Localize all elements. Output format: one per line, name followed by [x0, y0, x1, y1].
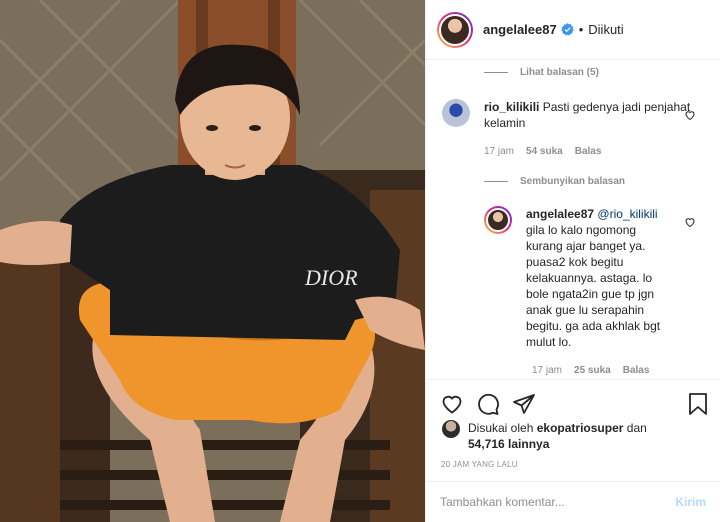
reply-reply-button[interactable]: Balas: [623, 365, 650, 376]
commenter-avatar[interactable]: [442, 99, 470, 127]
like-reply-heart-icon[interactable]: [684, 216, 696, 228]
comment-username[interactable]: rio_kilikili: [484, 100, 539, 114]
add-comment-input[interactable]: [440, 495, 676, 509]
save-bookmark-icon[interactable]: [686, 392, 710, 416]
post-actions: Disukai oleh ekopatriosuper dan 54,716 l…: [426, 379, 720, 480]
comment-meta: 17 jam 54 suka Balas: [484, 146, 601, 157]
reply-username[interactable]: angelalee87: [526, 207, 594, 221]
reply-item: angelalee87 @rio_kilikili gila lo kalo n…: [484, 206, 692, 350]
post-header: angelalee87 • Diikuti: [426, 0, 720, 60]
post-sidebar: angelalee87 • Diikuti Lihat balasan (5) …: [425, 0, 720, 522]
reply-text: gila lo kalo ngomong kurang ajar banget …: [526, 223, 661, 349]
hide-replies-button[interactable]: Sembunyikan balasan: [484, 176, 625, 187]
header-separator: •: [578, 22, 584, 37]
verified-badge-icon: [561, 23, 574, 36]
reply-avatar[interactable]: [484, 206, 512, 234]
reply-button[interactable]: Balas: [575, 146, 602, 157]
comment-time[interactable]: 17 jam: [484, 146, 514, 157]
reply-time[interactable]: 17 jam: [532, 365, 562, 376]
comment-bubble-icon[interactable]: [476, 392, 500, 416]
share-paper-plane-icon[interactable]: [512, 392, 536, 416]
like-heart-icon[interactable]: [440, 392, 464, 416]
view-replies-button[interactable]: Lihat balasan (5): [484, 67, 599, 78]
post-comment-button[interactable]: Kirim: [675, 495, 706, 509]
post-photo[interactable]: DIOR: [0, 0, 425, 522]
reply-meta: 17 jam 25 suka Balas: [532, 365, 649, 376]
likes-count[interactable]: 54,716 lainnya: [468, 437, 549, 451]
reply-likes[interactable]: 25 suka: [574, 365, 611, 376]
likes-conj: dan: [626, 421, 647, 435]
comment-likes[interactable]: 54 suka: [526, 146, 563, 157]
follow-status[interactable]: Diikuti: [588, 22, 623, 37]
likes-prefix: Disukai oleh: [468, 421, 534, 435]
shirt-print-text: DIOR: [304, 265, 358, 290]
comments-list[interactable]: Lihat balasan (5) rio_kilikili Pasti ged…: [426, 61, 720, 379]
liker-username[interactable]: ekopatriosuper: [537, 421, 624, 435]
like-comment-heart-icon[interactable]: [684, 109, 696, 121]
add-comment-bar: Kirim: [426, 481, 720, 522]
post-timestamp[interactable]: 20 JAM YANG LALU: [441, 460, 518, 469]
comment-item: rio_kilikili Pasti gedenya jadi penjahat…: [442, 99, 692, 131]
photo-illustration: DIOR: [0, 0, 425, 522]
reply-mention-link[interactable]: @rio_kilikili: [597, 207, 657, 221]
liker-avatar[interactable]: [442, 420, 460, 438]
author-avatar[interactable]: [437, 11, 473, 48]
likes-summary: Disukai oleh ekopatriosuper dan 54,716 l…: [442, 420, 678, 452]
author-username[interactable]: angelalee87: [483, 22, 557, 37]
